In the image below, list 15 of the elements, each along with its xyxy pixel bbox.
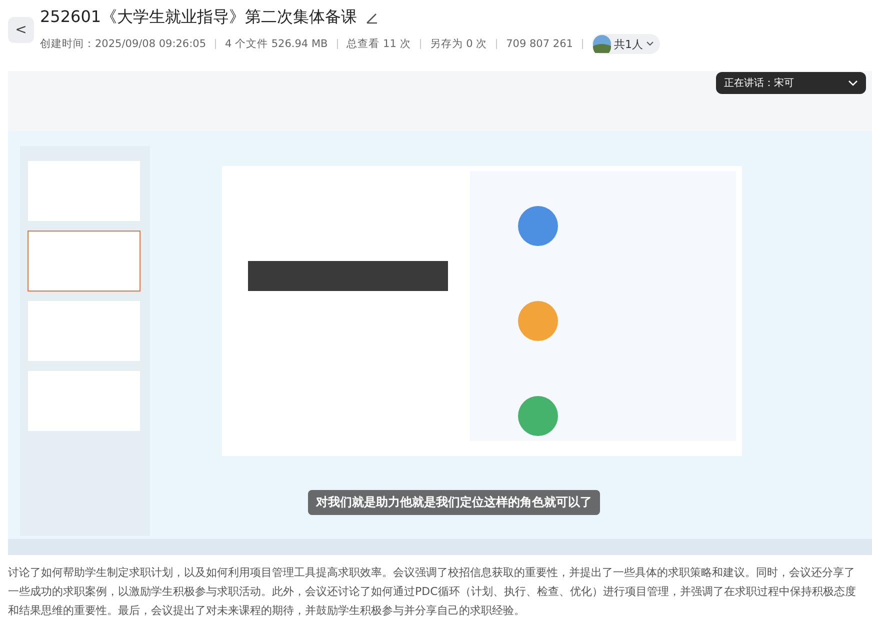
caret-icon (646, 41, 654, 47)
subtitle: 对我们就是助力他就是我们定位这样的角色就可以了 (308, 490, 600, 515)
meta-item: 另存为 0 次 (430, 37, 488, 51)
meta-item: 总查看 11 次 (346, 37, 411, 51)
edit-icon[interactable] (365, 10, 380, 24)
meeting-title: 252601《大学生就业指导》第二次集体备课 (40, 7, 358, 28)
meeting-summary: 讨论了如何帮助学生制定求职计划，以及如何利用项目管理工具提高求职效率。会议强调了校招信息获取的重要性，并提出了一些具体的求职策略和建议。同时，会议还分享了一些成功的求职案例，以激励学生积极参与求职活动。此外，会议还讨论了如何通过PDC循环（计划、执行、检查、优化）进行项目管理，并强调了在求职过程中保持积极态度和结果思维的重要性。最后，会议提出了对未来课程的期待，并鼓励学生积极参与并分享自己的求职经验。 (8, 565, 857, 619)
meta-item: 709 807 261 (506, 38, 573, 50)
avatar-icon (592, 35, 611, 53)
participants-button[interactable]: 共1人 (592, 34, 660, 54)
meta-item: 4 个文件 526.94 MB (225, 37, 328, 51)
chevron-icon (848, 80, 858, 86)
back-button[interactable]: < (8, 17, 34, 43)
meta-item: 创建时间：2025/09/08 09:26:05 (40, 37, 206, 51)
speaker-badge[interactable]: 正在讲话：宋可 (716, 72, 866, 94)
